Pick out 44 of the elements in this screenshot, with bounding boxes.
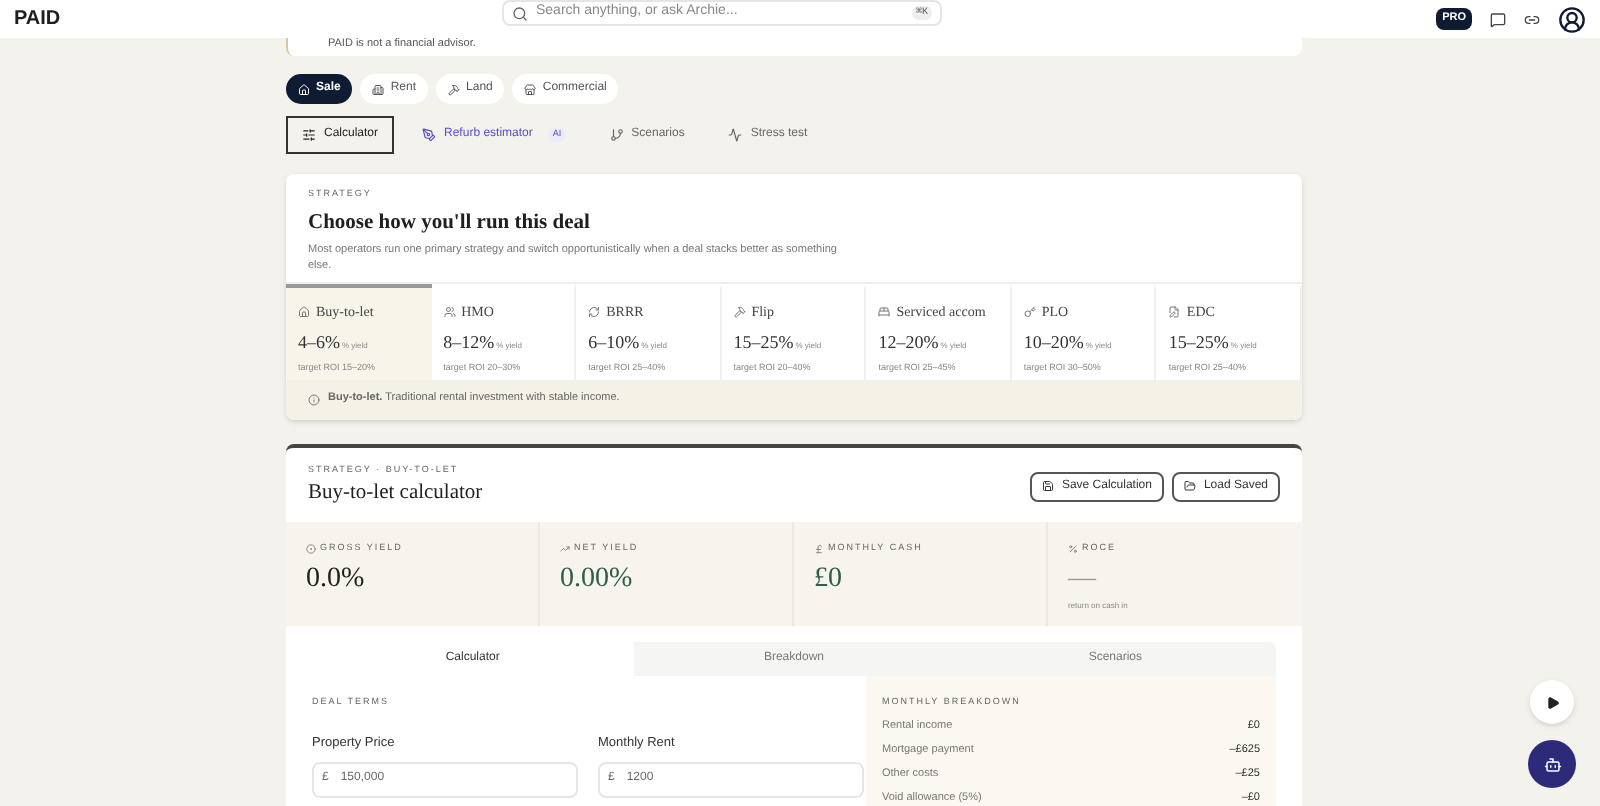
- strategy-icon: [443, 305, 456, 318]
- stat-icon: [814, 543, 824, 554]
- pill-icon: [298, 83, 310, 95]
- stat-value: —: [1068, 561, 1099, 598]
- yield-range: 15–25%: [733, 330, 794, 357]
- messages-icon[interactable]: [1490, 11, 1506, 27]
- button-icon: [1183, 480, 1196, 493]
- stat-value: 0.00%: [560, 561, 635, 598]
- stat-value: 0.0%: [306, 561, 367, 598]
- stat-icon: [1068, 543, 1078, 554]
- stat-icon: [560, 543, 570, 554]
- pill-icon: [524, 83, 537, 95]
- yield-range: 10–20%: [1023, 330, 1084, 357]
- tool-icon: [728, 128, 743, 142]
- strategy-icon: [298, 305, 310, 318]
- tool-icon: [302, 128, 316, 142]
- pill-icon: [372, 83, 385, 95]
- yield-range: 15–25%: [1168, 330, 1229, 357]
- pill-icon: [448, 83, 461, 95]
- stat-icon: [306, 543, 316, 554]
- strategy-icon: [733, 305, 746, 318]
- avatar-icon[interactable]: [1558, 5, 1586, 33]
- strategy-icon: [878, 305, 891, 318]
- strategy-icon: [1023, 305, 1036, 318]
- tool-icon: [609, 128, 624, 142]
- strategy-title: Choose how you'll run this deal: [308, 209, 592, 238]
- button-icon: [1041, 480, 1054, 493]
- yield-range: 12–20%: [878, 330, 939, 357]
- search-icon: [512, 5, 528, 21]
- stat-value: £0: [814, 561, 844, 598]
- yield-range: 4–6%: [298, 330, 340, 357]
- assistant-button[interactable]: [1528, 740, 1576, 788]
- yield-range: 6–10%: [588, 330, 640, 357]
- info-icon: [308, 393, 320, 405]
- yield-range: 8–12%: [443, 330, 495, 357]
- strategy-icon: [588, 305, 601, 318]
- play-icon: [1545, 695, 1559, 709]
- bot-icon: [1543, 755, 1561, 773]
- calculator-title: Buy-to-let calculator: [308, 480, 483, 509]
- strategy-icon: [1168, 305, 1181, 318]
- tool-icon: [422, 128, 437, 142]
- link-icon[interactable]: [1524, 11, 1540, 27]
- play-button[interactable]: [1530, 680, 1574, 724]
- app-logo[interactable]: PAID: [14, 4, 61, 34]
